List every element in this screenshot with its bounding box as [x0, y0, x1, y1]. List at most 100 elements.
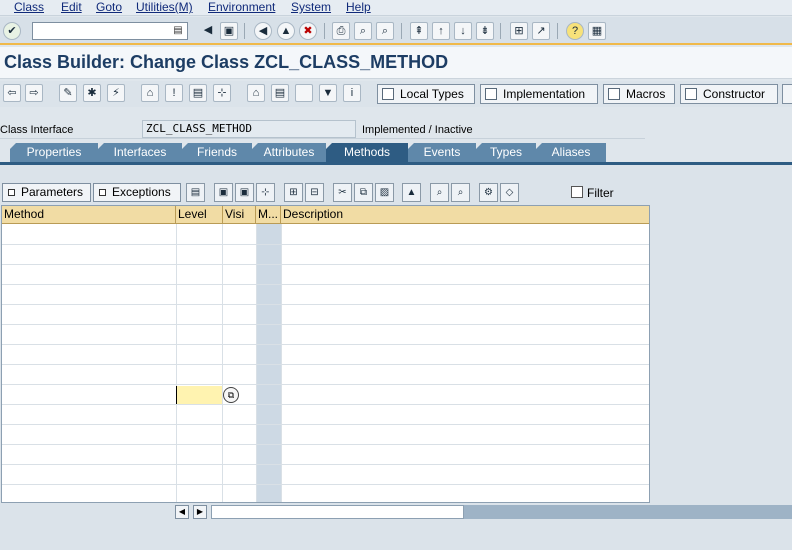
print-icon[interactable]: ⎙	[332, 22, 350, 40]
previous-page-icon[interactable]: ↑	[432, 22, 450, 40]
navigate-icon[interactable]: ⊹	[256, 183, 275, 202]
value-help-icon[interactable]: ⧉	[223, 387, 239, 403]
table-row[interactable]	[2, 305, 649, 325]
command-field[interactable]: ▤	[32, 22, 188, 40]
back-icon[interactable]: ◀	[254, 22, 272, 40]
horizontal-scrollbar[interactable]: ◀ ▶	[175, 505, 792, 519]
tab-properties[interactable]: Properties	[10, 143, 98, 162]
more-button[interactable]	[782, 84, 792, 104]
next-page-icon[interactable]: ↓	[454, 22, 472, 40]
menu-utilities[interactable]: Utilities(M)	[136, 0, 193, 15]
column-modeled[interactable]: M...	[256, 206, 281, 224]
table-row[interactable]	[2, 485, 649, 502]
menu-environment[interactable]: Environment	[208, 0, 275, 15]
activate-icon[interactable]: ⚡	[107, 84, 125, 102]
table-row[interactable]	[2, 445, 649, 465]
settings-icon[interactable]: ⚙	[479, 183, 498, 202]
menu-system[interactable]: System	[291, 0, 331, 15]
check-icon[interactable]: ✱	[83, 84, 101, 102]
last-page-icon[interactable]: ⇟	[476, 22, 494, 40]
first-page-icon[interactable]: ⇞	[410, 22, 428, 40]
info-icon[interactable]: i	[343, 84, 361, 102]
display-object-list-icon[interactable]: ▤	[189, 84, 207, 102]
filter-checkbox[interactable]	[571, 186, 583, 198]
sort-icon[interactable]: ▲	[402, 183, 421, 202]
detail-view-icon[interactable]: ▤	[186, 183, 205, 202]
next-object-icon[interactable]: ⇨	[25, 84, 43, 102]
tab-methods[interactable]: Methods	[326, 143, 408, 162]
delete-method-icon[interactable]: ⊟	[305, 183, 324, 202]
menu-help[interactable]: Help	[346, 0, 371, 15]
checkmark-icon[interactable]: ✔	[3, 22, 21, 40]
find-next-icon[interactable]: ⌕	[376, 22, 394, 40]
parameters-button[interactable]: Parameters	[2, 183, 91, 202]
table-row[interactable]	[2, 345, 649, 365]
scroll-track[interactable]	[464, 505, 792, 519]
menu-goto[interactable]: Goto	[96, 0, 122, 15]
filter-icon[interactable]: ▼	[319, 84, 337, 102]
tab-attributes[interactable]: Attributes	[252, 143, 326, 162]
tab-types[interactable]: Types	[476, 143, 536, 162]
table-row[interactable]	[2, 225, 649, 245]
help-icon[interactable]: ?	[566, 22, 584, 40]
scroll-thumb[interactable]	[211, 505, 464, 519]
object-list-icon[interactable]: !	[165, 84, 183, 102]
clear-icon[interactable]: ◇	[500, 183, 519, 202]
hierarchy-icon[interactable]: ⌂	[247, 84, 265, 102]
column-description[interactable]: Description	[281, 206, 649, 224]
copy-icon[interactable]: ⧉	[354, 183, 373, 202]
cancel-icon[interactable]: ✖	[299, 22, 317, 40]
shortcut-icon[interactable]: ↗	[532, 22, 550, 40]
cut-icon[interactable]: ✂	[333, 183, 352, 202]
previous-object-icon[interactable]: ⇦	[3, 84, 21, 102]
table-row[interactable]	[2, 365, 649, 385]
table-row[interactable]	[2, 245, 649, 265]
navigation-window-icon[interactable]: ⊹	[213, 84, 231, 102]
local-types-button[interactable]: Local Types	[377, 84, 475, 104]
tab-interfaces[interactable]: Interfaces	[98, 143, 182, 162]
find-next-icon[interactable]: ⌕	[451, 183, 470, 202]
table-row[interactable]	[2, 405, 649, 425]
tab-aliases[interactable]: Aliases	[536, 143, 606, 162]
constructor-button[interactable]: Constructor	[680, 84, 778, 104]
display-change-icon[interactable]: ✎	[59, 84, 77, 102]
exception-icon	[99, 189, 106, 196]
exceptions-button[interactable]: Exceptions	[93, 183, 181, 202]
tab-events[interactable]: Events	[408, 143, 476, 162]
square-icon	[8, 189, 15, 196]
save-icon[interactable]: ▣	[220, 22, 238, 40]
append-row-icon[interactable]: ▣	[235, 183, 254, 202]
column-level[interactable]: Level	[176, 206, 223, 224]
column-visibility[interactable]: Visi	[223, 206, 256, 224]
menu-edit[interactable]: Edit	[61, 0, 82, 15]
new-session-icon[interactable]: ⊞	[510, 22, 528, 40]
blank-icon[interactable]	[295, 84, 313, 102]
application-toolbar: ⇦ ⇨ ✎ ✱ ⚡ ⌂ ! ▤ ⊹ ⌂ ▤ ▼ i Local Types Im…	[0, 81, 792, 107]
tab-friends[interactable]: Friends	[182, 143, 252, 162]
implementation-button[interactable]: Implementation	[480, 84, 598, 104]
insert-row-icon[interactable]: ▣	[214, 183, 233, 202]
table-row[interactable]	[2, 385, 649, 405]
command-history-icon[interactable]: ▤	[171, 24, 185, 38]
menu-class[interactable]: Class	[14, 0, 44, 15]
paste-icon[interactable]: ▨	[375, 183, 394, 202]
exit-icon[interactable]: ▲	[277, 22, 295, 40]
table-row[interactable]	[2, 425, 649, 445]
macros-button[interactable]: Macros	[603, 84, 675, 104]
scroll-left-icon[interactable]: ◀	[175, 505, 189, 519]
methods-table: Method Level Visi M... Description ⧉	[1, 205, 650, 503]
column-method[interactable]: Method	[2, 206, 176, 224]
insert-method-icon[interactable]: ⊞	[284, 183, 303, 202]
layout-menu-icon[interactable]: ▦	[588, 22, 606, 40]
nav-left-icon[interactable]: ◀	[199, 22, 217, 40]
level-input[interactable]	[176, 386, 222, 404]
find-icon[interactable]: ⌕	[354, 22, 372, 40]
print-object-icon[interactable]: ▤	[271, 84, 289, 102]
table-row[interactable]	[2, 465, 649, 485]
table-row[interactable]	[2, 285, 649, 305]
scroll-right-icon[interactable]: ▶	[193, 505, 207, 519]
table-row[interactable]	[2, 325, 649, 345]
where-used-icon[interactable]: ⌂	[141, 84, 159, 102]
find-icon[interactable]: ⌕	[430, 183, 449, 202]
table-row[interactable]	[2, 265, 649, 285]
